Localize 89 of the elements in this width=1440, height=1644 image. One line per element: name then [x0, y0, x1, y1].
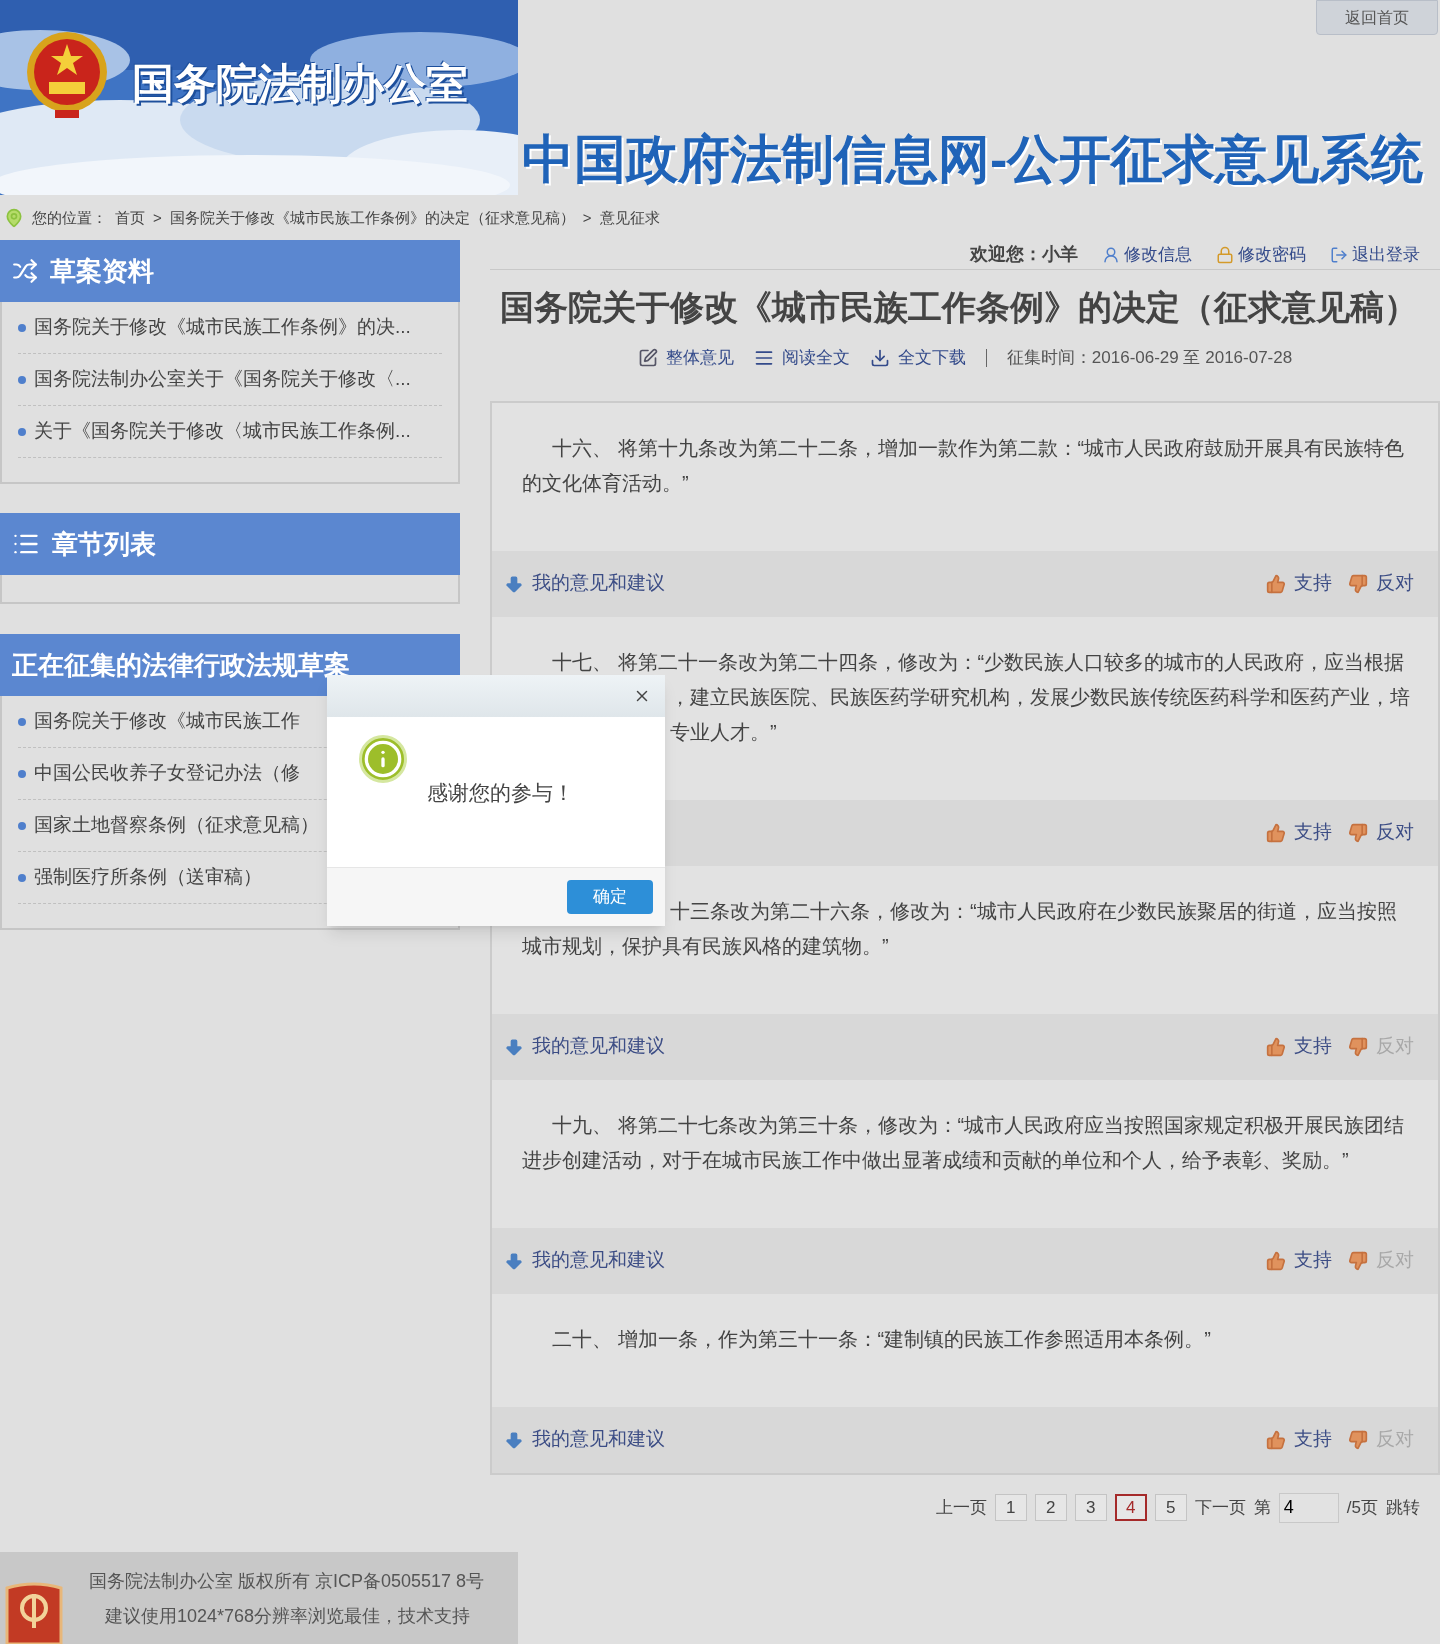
thumbs-down-icon: [1348, 1250, 1368, 1271]
thumbs-up-icon: [1266, 573, 1286, 594]
document-action[interactable]: 阅读全文: [753, 345, 850, 371]
document-title: 国务院关于修改《城市民族工作条例》的决定（征求意见稿）: [499, 287, 1419, 328]
breadcrumb-link[interactable]: 意见征求: [599, 206, 660, 230]
clause-text: 的文化体育活动。”: [522, 471, 689, 496]
panel-title: 草案资料: [50, 254, 154, 288]
thumbs-down-icon: [1348, 573, 1368, 594]
document-action[interactable]: 整体意见: [637, 345, 734, 371]
bullet-icon: [18, 427, 26, 436]
welcome-text: 欢迎您：小羊: [970, 243, 1078, 266]
page-button[interactable]: 1: [994, 1494, 1027, 1521]
location-pin-icon: [4, 208, 24, 228]
account-link[interactable]: 修改密码: [1216, 241, 1306, 268]
thumbs-down-icon: [1348, 1429, 1368, 1450]
bullet-icon: [18, 769, 26, 778]
edit-icon: [637, 347, 658, 368]
next-page-link[interactable]: 下一页: [1194, 1494, 1246, 1521]
jump-link[interactable]: 跳转: [1386, 1494, 1420, 1521]
badge-icon: [3, 1580, 65, 1644]
page-button[interactable]: 3: [1074, 1494, 1107, 1521]
document-action[interactable]: 全文下载: [869, 345, 966, 371]
browser-hint: 建议使用1024*768分辨率浏览最佳，技术支持: [104, 1605, 472, 1628]
clause-text: 十三条改为第二十六条，修改为：“城市人民政府在少数民族聚居的街道，应当按照: [670, 899, 1397, 924]
copyright-text: 国务院法制办公室 版权所有 京ICP备0505517 8号: [89, 1570, 485, 1593]
clause-text: 进步创建活动，对于在城市民族工作中做出显著成绩和贡献的单位和个人，给予表彰、奖励。”: [522, 1148, 1349, 1173]
page-button[interactable]: 5: [1154, 1494, 1187, 1521]
page-number-field[interactable]: 4: [1278, 1492, 1339, 1523]
thumbs-down-icon: [1348, 822, 1368, 843]
draft-link[interactable]: 强制医疗所条例（送审稿）: [34, 863, 262, 892]
crossed-arrows-icon: [12, 258, 38, 284]
info-icon: [359, 735, 407, 783]
thumbs-down-icon: [1348, 1036, 1368, 1057]
prev-page-link[interactable]: 上一页: [935, 1494, 987, 1521]
support-button[interactable]: 支持: [1266, 569, 1332, 598]
person-icon: [1102, 245, 1120, 264]
thumbs-up-icon: [1266, 822, 1286, 843]
draft-link[interactable]: 国务院关于修改《城市民族工作: [34, 707, 300, 736]
draft-link[interactable]: 国务院关于修改《城市民族工作条例》的决...: [34, 313, 411, 342]
thumbs-up-icon: [1266, 1036, 1286, 1057]
draft-link[interactable]: 国务院法制办公室关于《国务院关于修改〈...: [34, 365, 411, 394]
breadcrumb-separator: >: [153, 207, 162, 228]
clause-text: 十九、 将第二十七条改为第三十条，修改为：“城市人民政府应当按照国家规定积极开展民族团结: [552, 1113, 1405, 1138]
download-icon: [869, 347, 890, 368]
breadcrumb-label: 您的位置：: [32, 207, 107, 228]
home-link[interactable]: 返回首页: [1316, 0, 1438, 35]
comment-button[interactable]: 我的意见和建议: [504, 1032, 665, 1061]
breadcrumb-link[interactable]: 首页: [115, 206, 145, 230]
lock-icon: [1216, 245, 1234, 264]
bullet-icon: [18, 873, 26, 882]
oppose-button[interactable]: 反对: [1348, 569, 1414, 598]
oppose-button[interactable]: 反对: [1348, 818, 1414, 847]
support-button[interactable]: 支持: [1266, 1032, 1332, 1061]
page-button[interactable]: 2: [1034, 1494, 1067, 1521]
draft-link[interactable]: 关于《国务院关于修改〈城市民族工作条例...: [34, 417, 411, 446]
site-title: 中国政府法制信息网-公开征求意见系统: [522, 131, 1424, 187]
logout-icon: [1330, 245, 1348, 264]
clause-text: 二十、 增加一条，作为第三十一条：“建制镇的民族工作参照适用本条例。”: [552, 1327, 1211, 1352]
emblem-icon: [25, 30, 109, 120]
collection-period: 征集时间：2016-06-29 至 2016-07-28: [1006, 347, 1293, 369]
panel-title: 章节列表: [52, 527, 156, 561]
draft-link[interactable]: 中国公民收养子女登记办法（修: [34, 759, 300, 788]
comment-button[interactable]: 我的意见和建议: [504, 569, 665, 598]
account-link[interactable]: 修改信息: [1102, 241, 1192, 268]
confirm-button[interactable]: 确定: [567, 880, 653, 914]
goto-prefix: 第: [1253, 1496, 1271, 1519]
support-button[interactable]: 支持: [1266, 1425, 1332, 1454]
clause-text: 专业人才。”: [670, 720, 777, 745]
comment-button[interactable]: 我的意见和建议: [504, 1425, 665, 1454]
account-link[interactable]: 退出登录: [1330, 241, 1420, 268]
clause-text: 城市规划，保护具有民族风格的建筑物。”: [522, 934, 889, 959]
thumbs-up-icon: [1266, 1250, 1286, 1271]
total-pages: /5页: [1346, 1496, 1378, 1519]
support-button[interactable]: 支持: [1266, 818, 1332, 847]
comment-button[interactable]: 我的意见和建议: [504, 1246, 665, 1275]
breadcrumb-link[interactable]: 国务院关于修改《城市民族工作条例》的决定（征求意见稿）: [169, 206, 575, 230]
bullet-icon: [18, 821, 26, 830]
clause-text: 十七、 将第二十一条改为第二十四条，修改为：“少数民族人口较多的城市的人民政府，应当根据: [552, 650, 1405, 675]
clause-text: ，建立民族医院、民族医药学研究机构，发展少数民族传统医药科学和医药产业，培: [670, 685, 1410, 710]
clause-text: 十六、 将第十九条改为第二十二条，增加一款作为第二款：“城市人民政府鼓励开展具有民族特色: [552, 436, 1405, 461]
bullet-icon: [18, 717, 26, 726]
page-button[interactable]: 4: [1114, 1494, 1147, 1521]
support-button[interactable]: 支持: [1266, 1246, 1332, 1275]
draft-link[interactable]: 国家土地督察条例（征求意见稿）: [34, 811, 319, 840]
breadcrumb-separator: >: [582, 207, 592, 228]
thumbs-up-icon: [1266, 1429, 1286, 1450]
dialog-message: 感谢您的参与！: [427, 780, 574, 806]
bullet-icon: [18, 375, 26, 384]
bullet-icon: [18, 323, 26, 332]
